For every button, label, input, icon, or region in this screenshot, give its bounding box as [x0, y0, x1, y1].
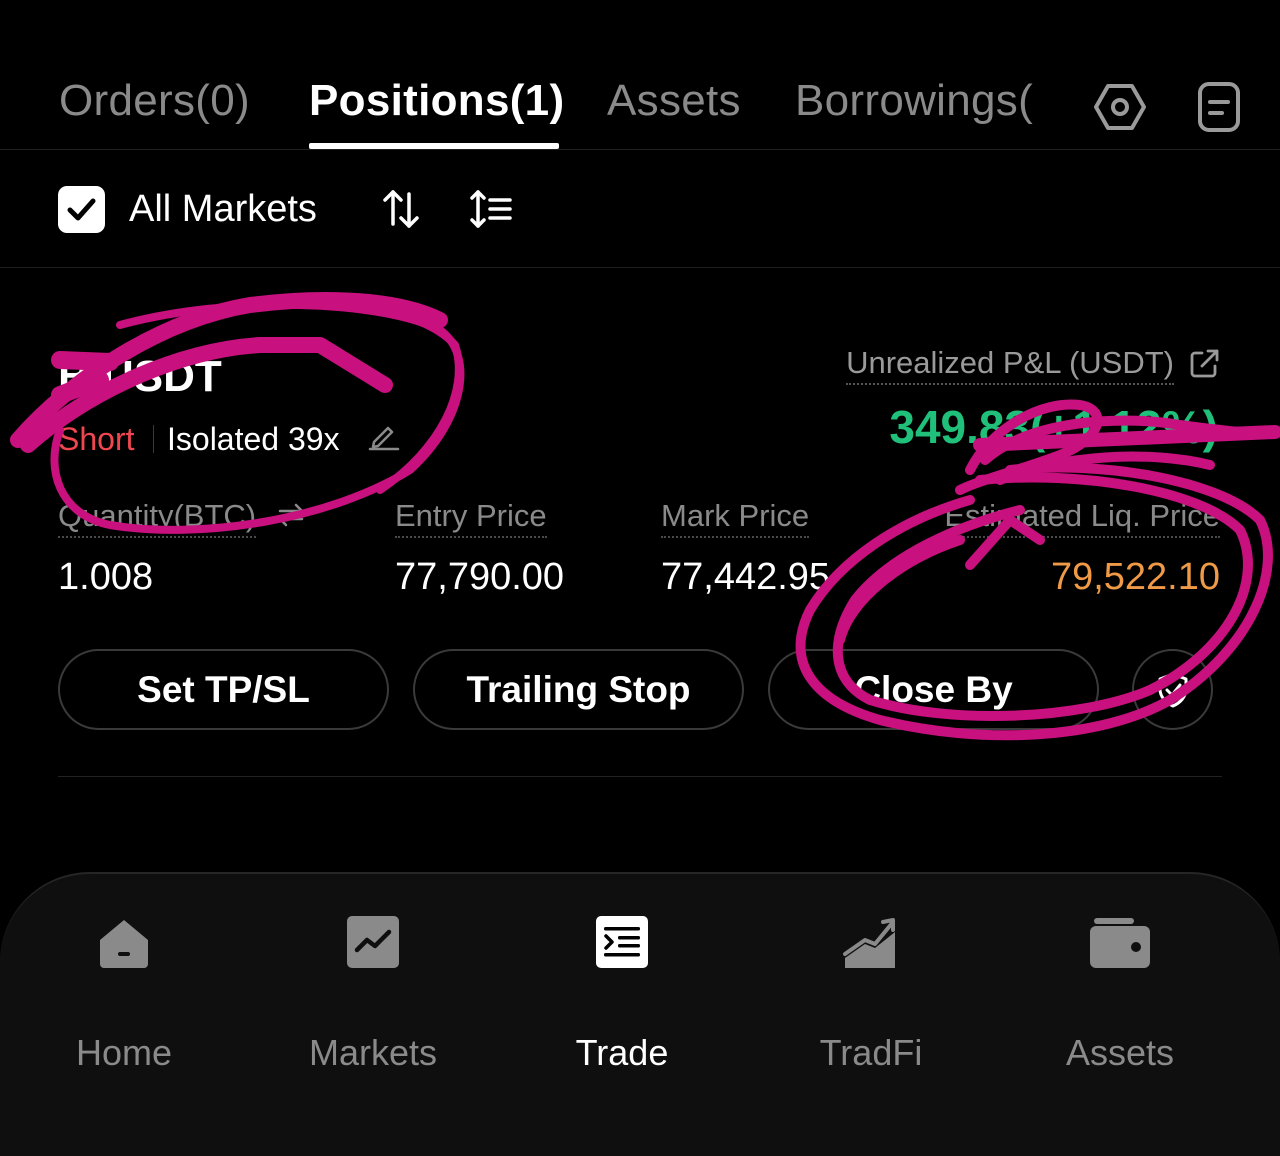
unrealized-pnl-label[interactable]: Unrealized P&L (USDT) [846, 345, 1174, 385]
liq-price-value: 79,522.10 [1050, 556, 1220, 598]
nav-assets[interactable]: Assets [1020, 914, 1220, 1073]
close-by-button[interactable]: Close By [768, 649, 1099, 730]
all-markets-label[interactable]: All Markets [129, 188, 317, 231]
tab-borrowings[interactable]: Borrowings( [795, 76, 1033, 126]
quantity-label[interactable]: Quantity(BTC) [58, 498, 257, 538]
edit-pencil-icon[interactable] [366, 418, 400, 452]
side-divider [153, 425, 154, 453]
filter-row: All Markets [0, 150, 1280, 268]
nav-tradfi[interactable]: TradFi [771, 914, 971, 1073]
position-side: Short [58, 421, 135, 457]
tab-assets[interactable]: Assets [607, 76, 741, 126]
nav-home-label: Home [75, 1032, 173, 1073]
card-divider [58, 776, 1222, 777]
swap-unit-icon[interactable] [276, 500, 306, 530]
mark-price-label[interactable]: Mark Price [661, 498, 810, 538]
wallet-icon [1090, 918, 1150, 968]
markets-chart-icon [347, 916, 399, 968]
protection-button[interactable] [1132, 649, 1213, 730]
margin-mode[interactable]: Isolated 39x [167, 421, 340, 458]
active-tab-indicator [309, 143, 559, 149]
filter-list-icon[interactable] [468, 186, 514, 232]
tab-positions[interactable]: Positions(1) [309, 76, 564, 126]
nav-tradfi-label: TradFi [819, 1032, 923, 1073]
nav-markets-label: Markets [308, 1032, 438, 1073]
tradfi-icon [843, 918, 895, 968]
share-external-icon[interactable] [1187, 347, 1221, 381]
nav-assets-label: Assets [1065, 1032, 1175, 1073]
settings-hexagon-icon[interactable] [1093, 80, 1147, 134]
document-list-icon[interactable] [1192, 80, 1246, 134]
tab-bar: Orders(0) Positions(1) Assets Borrowings… [0, 0, 1280, 150]
quantity-value: 1.008 [58, 556, 154, 598]
entry-price-label[interactable]: Entry Price [395, 498, 547, 538]
positions-screen: Orders(0) Positions(1) Assets Borrowings… [0, 0, 1280, 1156]
nav-trade[interactable]: Trade [522, 914, 722, 1073]
checkmark-icon [67, 198, 96, 221]
all-markets-checkbox[interactable] [58, 186, 105, 233]
liq-price-label[interactable]: Estimated Liq. Price [944, 498, 1220, 538]
shield-icon [1158, 672, 1187, 707]
nav-home[interactable]: Home [24, 914, 224, 1073]
nav-markets[interactable]: Markets [273, 914, 473, 1073]
tab-orders[interactable]: Orders(0) [59, 76, 250, 126]
nav-trade-label: Trade [575, 1032, 669, 1073]
home-icon [100, 920, 148, 968]
bottom-navigation: Home Markets Trade TradFi Assets [0, 872, 1280, 1156]
entry-price-value: 77,790.00 [395, 556, 565, 598]
unrealized-pnl-value: 349.83(+1.12%) [889, 401, 1218, 453]
trade-icon [596, 916, 648, 968]
mark-price-value: 77,442.95 [661, 556, 831, 598]
trailing-stop-button[interactable]: Trailing Stop [413, 649, 744, 730]
sort-arrows-icon[interactable] [378, 186, 424, 232]
position-symbol[interactable]: B USDT [58, 352, 222, 402]
set-tpsl-button[interactable]: Set TP/SL [58, 649, 389, 730]
